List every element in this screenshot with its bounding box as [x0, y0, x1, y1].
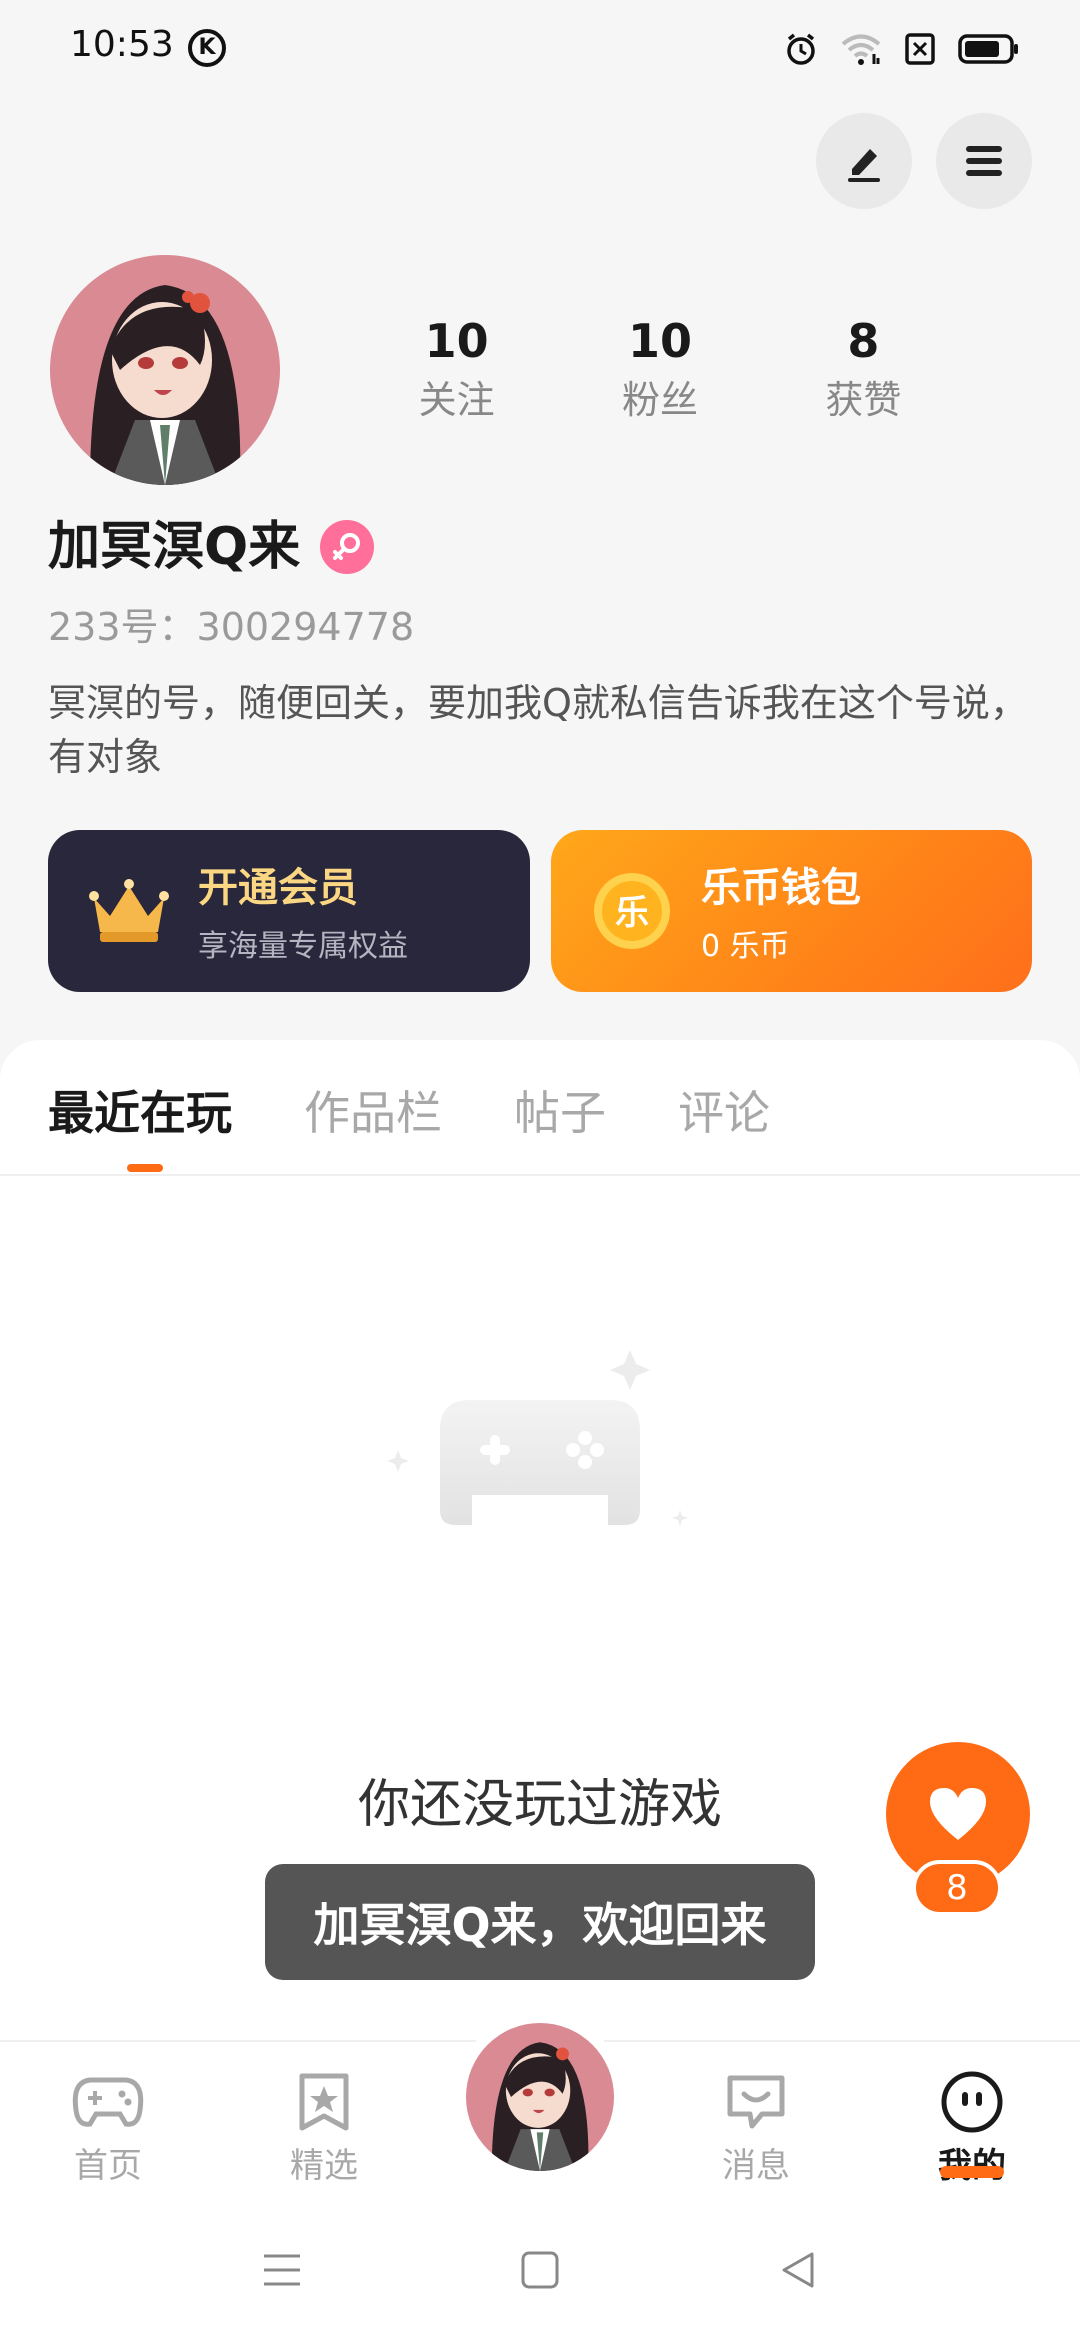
tab-works[interactable]: 作品栏 — [304, 1082, 442, 1144]
gamepad-icon — [387, 1350, 688, 1526]
username: 加冥溟Q来 — [48, 517, 301, 577]
k-icon: K — [188, 29, 226, 67]
stat-value: 10 — [627, 314, 692, 368]
face-icon — [941, 2071, 1003, 2133]
status-bar: 10:53 K — [0, 0, 1080, 96]
vip-card-subtitle: 享海量专属权益 — [198, 929, 408, 964]
profile-stats: 10 关注 10 粉丝 8 获赞 — [355, 310, 965, 428]
star-bookmark-icon — [299, 2073, 349, 2131]
edit-profile-button[interactable] — [816, 113, 912, 209]
nav-item-messages[interactable]: 消息 — [686, 2070, 826, 2190]
like-count-badge: 8 — [912, 1860, 1002, 1916]
stat-label: 粉丝 — [621, 378, 698, 422]
female-icon — [320, 520, 375, 574]
menu-button[interactable] — [936, 113, 1032, 209]
profile-avatar[interactable] — [50, 255, 280, 485]
stat-following[interactable]: 10 关注 — [355, 310, 558, 428]
stat-label: 获赞 — [825, 378, 902, 422]
nav-item-home[interactable]: 首页 — [38, 2070, 178, 2190]
recent-apps-icon[interactable] — [262, 2250, 302, 2290]
coin-icon: 乐 — [594, 873, 670, 949]
profile-tabs: 最近在玩 作品栏 帖子 评论 — [48, 1082, 770, 1144]
vip-card-title: 开通会员 — [198, 865, 358, 911]
user-id: 233号：300294778 — [48, 605, 415, 649]
nav-item-center-avatar[interactable] — [455, 2012, 625, 2182]
user-bio: 冥溟的号，随便回关，要加我Q就私信告诉我在这个号说，有对象 — [48, 681, 1028, 779]
status-icons — [784, 26, 1020, 72]
stat-value: 10 — [424, 314, 489, 368]
heart-icon — [930, 1788, 986, 1840]
wallet-card-subtitle: 0 乐币 — [701, 929, 790, 964]
system-nav-bar — [0, 2220, 1080, 2340]
battery-icon — [958, 34, 1018, 64]
stat-value: 8 — [847, 314, 880, 368]
wallet-card[interactable]: 乐 乐币钱包 0 乐币 — [551, 830, 1032, 992]
tab-recently-played[interactable]: 最近在玩 — [48, 1082, 232, 1144]
hamburger-menu-icon — [966, 146, 1002, 176]
avatar — [466, 2023, 614, 2171]
tabs-divider — [0, 1174, 1080, 1176]
stat-followers[interactable]: 10 粉丝 — [558, 310, 761, 428]
stat-label: 关注 — [418, 378, 495, 422]
status-time: 10:53 — [70, 24, 174, 65]
alarm-icon — [787, 33, 815, 65]
welcome-toast: 加冥溟Q来，欢迎回来 — [265, 1864, 815, 1980]
pencil-icon — [848, 149, 880, 182]
coin-icon-text: 乐 — [615, 893, 649, 933]
active-tab-indicator — [127, 1164, 163, 1172]
chat-icon — [727, 2075, 785, 2129]
wallet-card-title: 乐币钱包 — [701, 865, 861, 911]
home-icon[interactable] — [520, 2250, 560, 2290]
tab-comments[interactable]: 评论 — [678, 1082, 770, 1144]
vip-membership-card[interactable]: 开通会员 享海量专属权益 — [48, 830, 530, 992]
nav-item-picks[interactable]: 精选 — [254, 2070, 394, 2190]
gamepad-icon — [72, 2077, 144, 2127]
nav-label: 首页 — [74, 2146, 142, 2186]
username-row: 加冥溟Q来 — [48, 512, 375, 582]
sim-icon — [905, 33, 935, 65]
bottom-nav: 首页 精选 消息 — [0, 2012, 1080, 2220]
nav-label: 消息 — [722, 2146, 790, 2186]
crown-icon — [89, 879, 169, 942]
back-icon[interactable] — [778, 2250, 818, 2290]
wifi-icon — [841, 34, 881, 65]
nav-label: 精选 — [290, 2146, 358, 2186]
nav-active-underline — [940, 2166, 1004, 2178]
tab-posts[interactable]: 帖子 — [514, 1082, 606, 1144]
stat-likes[interactable]: 8 获赞 — [762, 310, 965, 428]
